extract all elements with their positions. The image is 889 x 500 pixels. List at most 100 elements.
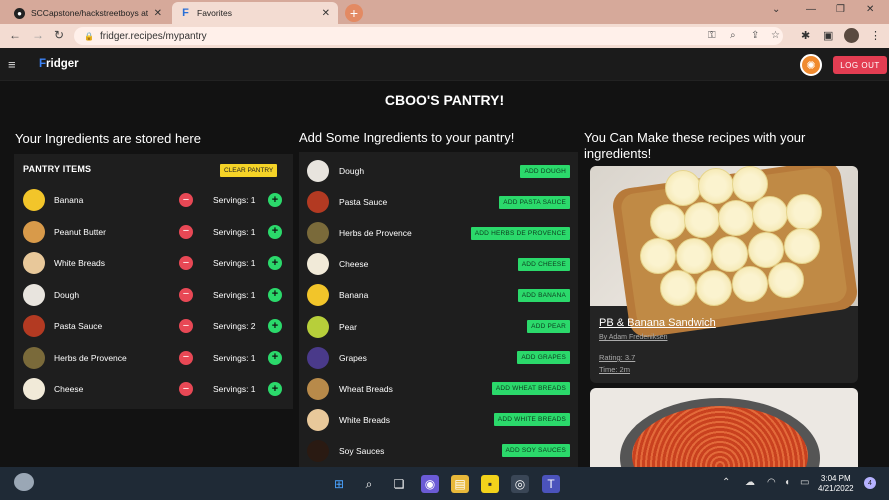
weather-widget-icon[interactable]: [14, 473, 34, 491]
logout-button[interactable]: LOG OUT: [833, 56, 887, 74]
system-clock[interactable]: 3:04 PM 4/21/2022: [818, 474, 854, 494]
ingredient-name: Banana: [54, 195, 84, 205]
browser-tab-favorites[interactable]: F Favorites ✕: [172, 2, 338, 24]
pantry-items-header: PANTRY ITEMS: [23, 164, 92, 174]
chat-icon[interactable]: ◉: [421, 475, 439, 493]
ingredient-name: Pear: [339, 321, 357, 332]
zoom-icon[interactable]: ⌕: [730, 30, 736, 41]
tab-title: SCCapstone/hackstreetboys at m: [31, 8, 150, 18]
servings-count: Servings: 1: [213, 226, 256, 237]
add-ingredient-button[interactable]: ADD HERBS DE PROVENCE: [470, 226, 570, 240]
battery-icon[interactable]: ▭: [800, 477, 809, 488]
pantry-row: Banana − Servings: 1 +: [23, 188, 288, 212]
volume-icon[interactable]: ◖: [784, 477, 790, 488]
ingredient-name: Soy Sauces: [339, 445, 385, 456]
servings-count: Servings: 1: [213, 352, 256, 363]
add-ingredient-button[interactable]: ADD GRAPES: [517, 351, 570, 365]
new-tab-button[interactable]: +: [345, 4, 363, 22]
profile-avatar[interactable]: [844, 28, 859, 43]
ingredient-name: Banana: [339, 290, 369, 301]
task-view-icon[interactable]: ❏: [390, 475, 408, 493]
add-ingredient-row: Soy Sauces ADD SOY SAUCES: [307, 439, 572, 463]
more-menu-icon[interactable]: ⋮: [870, 29, 881, 42]
back-icon[interactable]: ←: [9, 28, 21, 42]
add-ingredient-button[interactable]: ADD PEAR: [527, 320, 570, 333]
recipe-card[interactable]: PB & Banana Sandwich By Adam Fredeniksen…: [590, 166, 858, 383]
ingredient-thumbnail: [23, 346, 45, 369]
add-ingredient-button[interactable]: ADD PASTA SAUCE: [499, 195, 570, 209]
start-menu-icon[interactable]: ⊞: [330, 475, 348, 493]
add-ingredient-button[interactable]: ADD BANANA: [517, 288, 570, 302]
key-icon[interactable]: ⚿: [708, 30, 716, 41]
hamburger-menu-icon[interactable]: ≡: [8, 57, 16, 72]
search-icon[interactable]: ⌕: [360, 475, 378, 493]
ingredient-thumbnail: [307, 377, 329, 400]
ingredient-name: Peanut Butter: [54, 226, 106, 237]
chrome-icon[interactable]: ◎: [511, 475, 529, 493]
bookmark-star-icon[interactable]: ☆: [771, 30, 780, 41]
browser-tabbar: ● SCCapstone/hackstreetboys at m ✕ F Fav…: [0, 0, 889, 24]
clear-pantry-button[interactable]: CLEAR PANTRY: [220, 164, 278, 177]
pantry-column-heading: Your Ingredients are stored here: [15, 131, 201, 146]
share-icon[interactable]: ⇪: [751, 30, 759, 41]
chevron-down-icon[interactable]: ⌄: [772, 4, 780, 15]
github-icon: ●: [14, 7, 25, 19]
ingredient-name: Dough: [339, 166, 365, 176]
restore-icon[interactable]: ❐: [836, 4, 845, 15]
forward-icon[interactable]: →: [32, 28, 44, 42]
increase-serving-button[interactable]: +: [268, 256, 282, 270]
cloud-icon[interactable]: ☁: [745, 477, 755, 488]
decrease-serving-button[interactable]: −: [179, 287, 193, 302]
add-ingredient-button[interactable]: ADD DOUGH: [520, 164, 570, 178]
ingredient-thumbnail: [307, 222, 329, 245]
add-ingredient-button[interactable]: ADD WHEAT BREADS: [491, 382, 570, 396]
ingredient-name: Cheese: [339, 259, 369, 270]
recipe-card[interactable]: [590, 388, 858, 478]
minimize-icon[interactable]: —: [806, 4, 816, 15]
decrease-serving-button[interactable]: −: [179, 224, 193, 239]
tray-chevron-icon[interactable]: ⌃: [722, 477, 730, 488]
decrease-serving-button[interactable]: −: [179, 350, 193, 365]
decrease-serving-button[interactable]: −: [179, 193, 193, 207]
wifi-icon[interactable]: ◠: [767, 477, 776, 488]
close-tab-icon[interactable]: ✕: [322, 8, 330, 19]
close-window-icon[interactable]: ✕: [866, 4, 874, 15]
decrease-serving-button[interactable]: −: [179, 382, 193, 396]
browser-tab-github[interactable]: ● SCCapstone/hackstreetboys at m ✕: [6, 2, 170, 24]
add-ingredient-row: White Breads ADD WHITE BREADS: [307, 408, 572, 432]
url-text: fridger.recipes/mypantry: [99, 30, 207, 42]
add-ingredient-row: Grapes ADD GRAPES: [307, 346, 572, 370]
ingredient-name: Herbs de Provence: [339, 228, 412, 239]
file-explorer-icon[interactable]: ▤: [451, 475, 469, 493]
increase-serving-button[interactable]: +: [268, 319, 282, 333]
decrease-serving-button[interactable]: −: [179, 256, 193, 270]
recipe-rating[interactable]: Rating: 3.7: [599, 353, 635, 362]
notification-badge[interactable]: 4: [864, 477, 876, 489]
recipe-author-link[interactable]: By Adam Fredeniksen: [599, 334, 667, 341]
close-tab-icon[interactable]: ✕: [154, 8, 162, 19]
add-ingredient-button[interactable]: ADD WHITE BREADS: [493, 413, 570, 427]
increase-serving-button[interactable]: +: [268, 287, 282, 302]
decrease-serving-button[interactable]: −: [179, 319, 193, 333]
recipe-title-link[interactable]: PB & Banana Sandwich: [599, 317, 716, 329]
add-ingredient-button[interactable]: ADD CHEESE: [517, 257, 570, 271]
add-ingredient-row: Pasta Sauce ADD PASTA SAUCE: [307, 190, 572, 214]
increase-serving-button[interactable]: +: [268, 382, 282, 396]
add-ingredient-button[interactable]: ADD SOY SAUCES: [501, 444, 570, 458]
address-bar[interactable]: 🔒 fridger.recipes/mypantry: [74, 27, 783, 45]
pantry-row: White Breads − Servings: 1 +: [23, 251, 288, 275]
sticky-notes-icon[interactable]: ▪: [481, 475, 499, 493]
extensions-icon[interactable]: ✱: [801, 29, 810, 42]
brand-logo[interactable]: Fridger: [39, 58, 79, 70]
reload-icon[interactable]: ↻: [54, 28, 64, 42]
increase-serving-button[interactable]: +: [268, 224, 282, 239]
increase-serving-button[interactable]: +: [268, 193, 282, 207]
servings-count: Servings: 1: [213, 289, 256, 300]
side-panel-icon[interactable]: ▣: [823, 29, 833, 42]
recipe-time[interactable]: Time: 2m: [599, 365, 630, 374]
app-header: ≡ Fridger ✺ LOG OUT: [0, 48, 889, 81]
pantry-row: Herbs de Provence − Servings: 1 +: [23, 346, 288, 370]
teams-icon[interactable]: T: [542, 475, 560, 493]
user-avatar[interactable]: ✺: [800, 54, 822, 76]
increase-serving-button[interactable]: +: [268, 350, 282, 365]
